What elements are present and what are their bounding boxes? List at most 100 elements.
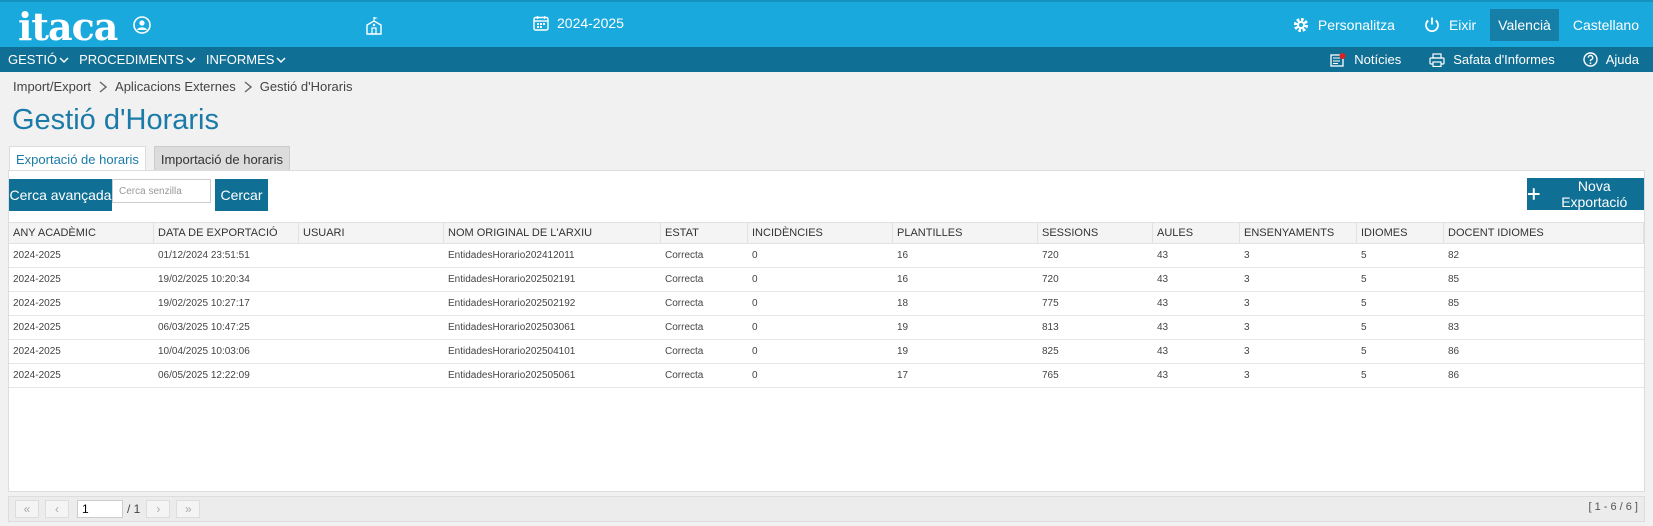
academic-year-selector[interactable]: 2024-2025 xyxy=(533,15,624,31)
table-header: ANY ACADÈMIC DATA DE EXPORTACIÓ USUARI NOM … xyxy=(9,222,1644,244)
exit-button[interactable]: Eixir xyxy=(1409,2,1490,47)
table-row[interactable]: 2024-2025 06/03/2025 10:47:25 EntidadesHor… xyxy=(9,316,1644,340)
table-row[interactable]: 2024-2025 06/05/2025 12:22:09 EntidadesHor… xyxy=(9,364,1644,388)
personalize-button[interactable]: Personalitza xyxy=(1278,2,1409,47)
personalize-label: Personalitza xyxy=(1317,16,1395,33)
column-header-plantilles[interactable]: PLANTILLES xyxy=(893,223,1038,243)
cell-ensenyaments: 3 xyxy=(1244,322,1250,333)
column-header-estat[interactable]: ESTAT xyxy=(661,223,748,243)
cell-any-academic: 2024-2025 xyxy=(13,298,61,309)
page-number-input[interactable] xyxy=(77,500,123,518)
help-icon xyxy=(1583,52,1598,67)
column-header-ensenyaments[interactable]: ENSENYAMENTS xyxy=(1240,223,1357,243)
cell-ensenyaments: 3 xyxy=(1244,250,1250,261)
column-header-any-academic[interactable]: ANY ACADÈMIC xyxy=(9,223,154,243)
news-icon xyxy=(1330,52,1346,67)
last-page-button[interactable]: » xyxy=(176,500,201,518)
cell-ensenyaments: 3 xyxy=(1244,298,1250,309)
chevron-down-icon xyxy=(186,56,196,63)
prev-page-button[interactable]: ‹ xyxy=(45,500,69,518)
breadcrumb-aplicacions-externes[interactable]: Aplicacions Externes xyxy=(115,79,236,94)
cell-plantilles: 16 xyxy=(897,250,909,261)
breadcrumb-import-export[interactable]: Import/Export xyxy=(13,79,91,94)
cell-plantilles: 19 xyxy=(897,346,909,357)
cell-data-exportacio: 19/02/2025 10:20:34 xyxy=(158,274,250,285)
menu-procediments[interactable]: PROCEDIMENTS xyxy=(79,52,196,67)
cell-aules: 43 xyxy=(1157,298,1169,309)
news-label: Notícies xyxy=(1354,52,1402,67)
search-button[interactable]: Cercar xyxy=(215,179,268,211)
cell-incidencies: 0 xyxy=(752,346,758,357)
calendar-icon xyxy=(533,16,549,31)
lang-valencia-button[interactable]: Valencià xyxy=(1490,8,1559,41)
breadcrumb: Import/Export Aplicacions Externes Gesti… xyxy=(13,79,353,94)
column-header-usuari[interactable]: USUARI xyxy=(299,223,444,243)
cell-data-exportacio: 10/04/2025 10:03:06 xyxy=(158,346,250,357)
power-icon xyxy=(1425,17,1439,32)
reports-tray-link[interactable]: Safata d'Informes xyxy=(1429,52,1555,67)
cell-ensenyaments: 3 xyxy=(1244,370,1250,381)
cell-docent-idiomes: 85 xyxy=(1448,298,1460,309)
column-header-nom-arxiu[interactable]: NOM ORIGINAL DE L'ARXIU xyxy=(444,223,661,243)
cell-data-exportacio: 06/05/2025 12:22:09 xyxy=(158,370,250,381)
printer-icon xyxy=(1429,52,1445,67)
cell-aules: 43 xyxy=(1157,322,1169,333)
tab-exportacio[interactable]: Exportació de horaris xyxy=(9,146,146,171)
table-row[interactable]: 2024-2025 01/12/2024 23:51:51 EntidadesHor… xyxy=(9,244,1644,268)
chevron-right-icon xyxy=(244,80,252,93)
menu-gestio[interactable]: GESTIÓ xyxy=(8,52,69,67)
cell-aules: 43 xyxy=(1157,346,1169,357)
first-page-button[interactable]: « xyxy=(15,500,39,518)
cell-aules: 43 xyxy=(1157,370,1169,381)
cell-usuari xyxy=(299,292,444,315)
table-row[interactable]: 2024-2025 19/02/2025 10:27:17 EntidadesHor… xyxy=(9,292,1644,316)
table-row[interactable]: 2024-2025 10/04/2025 10:03:06 EntidadesHor… xyxy=(9,340,1644,364)
cell-estat: Correcta xyxy=(665,274,704,285)
help-link[interactable]: Ajuda xyxy=(1583,52,1639,67)
column-header-aules[interactable]: AULES xyxy=(1153,223,1240,243)
column-header-sessions[interactable]: SESSIONS xyxy=(1038,223,1153,243)
cell-usuari xyxy=(299,244,444,267)
cell-nom-arxiu: EntidadesHorario202505061 xyxy=(448,370,576,381)
itaca-logo[interactable]: itaca xyxy=(18,4,118,49)
cell-ensenyaments: 3 xyxy=(1244,346,1250,357)
table-row[interactable]: 2024-2025 19/02/2025 10:20:34 EntidadesHor… xyxy=(9,268,1644,292)
cell-idiomes: 5 xyxy=(1361,274,1367,285)
cell-nom-arxiu: EntidadesHorario202412011 xyxy=(448,250,575,261)
cell-incidencies: 0 xyxy=(752,274,758,285)
user-circle-icon[interactable] xyxy=(133,16,151,34)
column-header-data-exportacio[interactable]: DATA DE EXPORTACIÓ xyxy=(154,223,299,243)
cell-plantilles: 17 xyxy=(897,370,909,381)
advanced-search-button[interactable]: Cerca avançada xyxy=(9,179,112,211)
column-header-docent-idiomes[interactable]: DOCENT IDIOMES xyxy=(1444,223,1644,243)
cell-usuari xyxy=(299,340,444,363)
cell-any-academic: 2024-2025 xyxy=(13,274,61,285)
menu-bar: GESTIÓ PROCEDIMENTS INFORMES Notícies Sa… xyxy=(0,47,1653,72)
column-header-incidencies[interactable]: INCIDÈNCIES xyxy=(748,223,893,243)
menu-informes[interactable]: INFORMES xyxy=(206,52,287,67)
cell-incidencies: 0 xyxy=(752,298,758,309)
news-link[interactable]: Notícies xyxy=(1330,52,1401,67)
cell-plantilles: 16 xyxy=(897,274,909,285)
gear-icon xyxy=(1293,17,1308,32)
menu-informes-label: INFORMES xyxy=(205,52,275,67)
next-page-button[interactable]: › xyxy=(146,500,171,518)
help-label: Ajuda xyxy=(1605,52,1639,67)
cell-data-exportacio: 01/12/2024 23:51:51 xyxy=(158,250,250,261)
cell-aules: 43 xyxy=(1157,250,1169,261)
cell-incidencies: 0 xyxy=(752,250,758,261)
tab-importacio[interactable]: Importació de horaris xyxy=(153,146,290,171)
cell-idiomes: 5 xyxy=(1361,346,1367,357)
cell-idiomes: 5 xyxy=(1361,370,1367,381)
cell-incidencies: 0 xyxy=(752,322,758,333)
column-header-idiomes[interactable]: IDIOMES xyxy=(1357,223,1444,243)
new-export-button[interactable]: Nova Exportació xyxy=(1527,178,1644,210)
chevron-down-icon xyxy=(276,56,287,63)
simple-search-input[interactable] xyxy=(112,179,211,203)
school-icon[interactable] xyxy=(364,16,384,36)
cell-incidencies: 0 xyxy=(752,370,758,381)
reports-tray-label: Safata d'Informes xyxy=(1453,52,1555,67)
top-bar: itaca 2024-2025 Personalitza Eixir Valen… xyxy=(0,0,1653,49)
lang-castellano-button[interactable]: Castellano xyxy=(1563,2,1653,47)
chevron-right-icon xyxy=(99,80,108,93)
